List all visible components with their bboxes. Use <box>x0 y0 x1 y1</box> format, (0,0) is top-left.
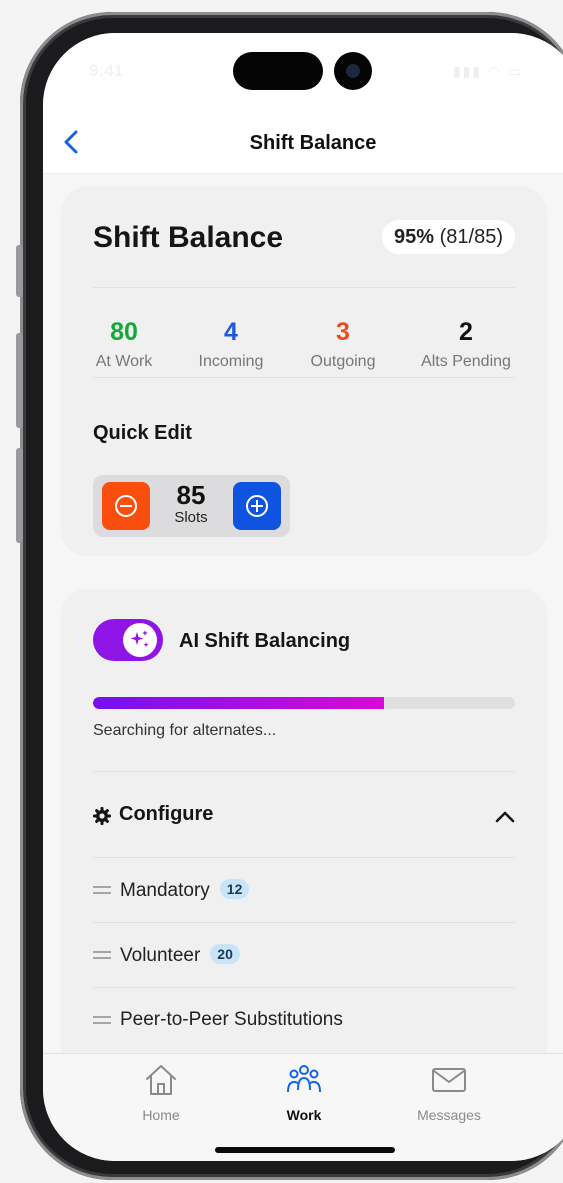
tab-label: Work <box>286 1107 322 1123</box>
configure-toggle[interactable]: Configure <box>93 801 515 831</box>
increment-slots-button[interactable] <box>233 482 281 530</box>
status-bar: 9:41 ▮▮▮ ◠ ▭ <box>43 33 563 113</box>
stat-value: 4 <box>224 318 238 346</box>
list-item-peer-substitutions[interactable]: Peer-to-Peer Substitutions <box>93 1006 515 1036</box>
count-badge: 12 <box>219 879 250 899</box>
stat-outgoing: 3 Outgoing <box>305 317 381 371</box>
card-title: Shift Balance <box>93 221 284 254</box>
tab-work[interactable]: Work <box>259 1062 349 1123</box>
ai-balancing-title: AI Shift Balancing <box>179 630 351 652</box>
stat-incoming: 4 Incoming <box>195 317 267 371</box>
drag-handle-icon[interactable] <box>93 1016 111 1024</box>
configure-label: Configure <box>119 803 214 825</box>
battery-icon: ▭ <box>508 63 524 79</box>
tab-label: Home <box>142 1107 180 1123</box>
home-indicator <box>215 1147 395 1153</box>
signal-icon: ▮▮▮ <box>453 63 483 79</box>
stat-at-work: 80 At Work <box>93 317 155 371</box>
slots-label: Slots <box>174 509 208 526</box>
divider <box>93 287 515 288</box>
mute-switch <box>16 245 23 297</box>
drag-handle-icon[interactable] <box>93 951 111 959</box>
page-title: Shift Balance <box>249 132 377 154</box>
slots-stepper: 85 Slots <box>93 475 290 537</box>
divider <box>93 857 515 858</box>
volume-up-button <box>16 333 23 428</box>
list-item-mandatory[interactable]: Mandatory 12 <box>93 876 515 906</box>
dynamic-island <box>233 52 323 90</box>
shift-balance-card: Shift Balance 95% (81/85) 80 At Work 4 I… <box>61 187 547 556</box>
stat-label: Alts Pending <box>421 353 511 370</box>
stat-label: Incoming <box>198 353 264 370</box>
chevron-up-icon <box>495 811 515 823</box>
divider <box>93 922 515 923</box>
stat-alts-pending: 2 Alts Pending <box>417 317 515 371</box>
status-icons: ▮▮▮ ◠ ▭ <box>453 63 523 80</box>
tab-label: Messages <box>417 1107 481 1123</box>
tab-home[interactable]: Home <box>116 1062 206 1123</box>
screen: 9:41 ▮▮▮ ◠ ▭ Shift Balance Shift Balance… <box>43 33 563 1161</box>
quick-edit-label: Quick Edit <box>93 422 192 444</box>
stat-value: 80 <box>110 318 138 346</box>
people-icon <box>287 1065 321 1093</box>
sparkle-icon <box>130 630 149 648</box>
stat-label: At Work <box>95 353 153 370</box>
ai-balancing-toggle[interactable] <box>93 619 163 661</box>
search-progress-bar <box>93 697 515 709</box>
tab-bar: Home Work Messages <box>43 1053 563 1161</box>
content-scroll[interactable]: Shift Balance 95% (81/85) 80 At Work 4 I… <box>43 173 563 1053</box>
front-camera <box>334 52 372 90</box>
wifi-icon: ◠ <box>488 63 503 79</box>
gear-icon <box>93 807 111 825</box>
progress-fill <box>93 697 385 709</box>
divider <box>93 771 515 772</box>
progress-status: Searching for alternates... <box>93 722 277 739</box>
navigation-bar: Shift Balance <box>43 113 563 174</box>
ai-balancing-card: AI Shift Balancing Searching for alterna… <box>61 589 547 1053</box>
stat-value: 2 <box>459 318 473 346</box>
tab-messages[interactable]: Messages <box>404 1062 494 1123</box>
slots-value: 85 <box>176 480 206 510</box>
home-icon <box>146 1065 176 1095</box>
list-item-volunteer[interactable]: Volunteer 20 <box>93 941 515 971</box>
volume-down-button <box>16 448 23 543</box>
balance-percent-badge: 95% (81/85) <box>382 220 515 254</box>
stat-label: Outgoing <box>310 353 376 370</box>
mail-icon <box>432 1068 466 1092</box>
list-item-label: Mandatory 12 <box>120 879 250 902</box>
stat-value: 3 <box>336 318 350 346</box>
decrement-slots-button[interactable] <box>102 482 150 530</box>
divider <box>93 377 515 378</box>
list-item-label: Volunteer 20 <box>120 944 240 967</box>
count-badge: 20 <box>210 944 240 964</box>
toggle-knob <box>123 623 157 657</box>
status-time: 9:41 <box>89 61 124 80</box>
drag-handle-icon[interactable] <box>93 886 111 894</box>
balance-ratio: (81/85) <box>439 226 503 248</box>
list-item-label: Peer-to-Peer Substitutions <box>120 1009 343 1030</box>
divider <box>93 987 515 988</box>
balance-percent: 95% <box>394 226 435 248</box>
